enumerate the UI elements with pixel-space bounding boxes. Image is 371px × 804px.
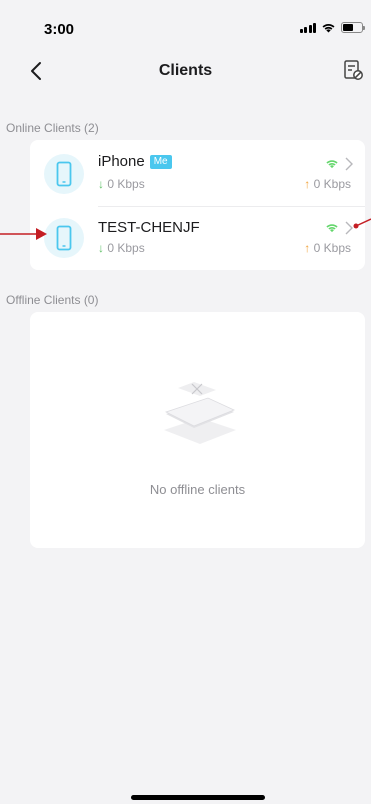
download-speed: ↓ 0 Kbps bbox=[98, 241, 145, 255]
offline-section-label: Offline Clients (0) bbox=[6, 293, 99, 307]
download-speed: ↓ 0 Kbps bbox=[98, 177, 145, 191]
empty-state-text: No offline clients bbox=[149, 482, 246, 497]
online-section-label: Online Clients (2) bbox=[6, 121, 99, 135]
chevron-right-icon bbox=[345, 157, 353, 171]
offline-clients-card: No offline clients bbox=[30, 312, 365, 548]
arrow-down-icon: ↓ bbox=[98, 241, 104, 255]
block-list-button[interactable] bbox=[341, 58, 365, 82]
status-time: 3:00 bbox=[44, 21, 75, 38]
empty-device-illustration bbox=[164, 382, 236, 444]
nav-bar: Clients bbox=[0, 52, 371, 92]
page-title: Clients bbox=[158, 62, 213, 79]
arrow-up-icon: ↑ bbox=[304, 177, 311, 191]
online-clients-card: iPhone Me ↓ 0 Kbps ↑ 0 Kbps TEST-CHENJF … bbox=[30, 140, 365, 270]
client-row-test-chenjf[interactable]: TEST-CHENJF ↓ 0 Kbps ↑ 0 Kbps bbox=[30, 206, 365, 270]
client-name: iPhone Me bbox=[98, 153, 172, 170]
status-icons bbox=[299, 22, 365, 33]
arrow-down-icon: ↓ bbox=[98, 177, 104, 191]
wifi-signal-icon bbox=[326, 224, 338, 233]
status-bar: 3:00 bbox=[0, 0, 371, 44]
cellular-signal-icon bbox=[299, 22, 316, 33]
wifi-signal-icon bbox=[326, 160, 338, 169]
phone-icon bbox=[44, 154, 84, 194]
arrow-up-icon: ↑ bbox=[304, 241, 311, 255]
annotation-arrow-left bbox=[0, 228, 47, 240]
client-name: TEST-CHENJF bbox=[98, 219, 200, 236]
upload-speed: ↑ 0 Kbps bbox=[304, 177, 351, 191]
annotation-pointer-right bbox=[353, 218, 371, 229]
me-badge: Me bbox=[149, 155, 172, 169]
phone-icon bbox=[44, 218, 84, 258]
client-row-iphone[interactable]: iPhone Me ↓ 0 Kbps ↑ 0 Kbps bbox=[30, 142, 365, 206]
home-indicator bbox=[131, 795, 265, 800]
battery-icon bbox=[341, 22, 365, 33]
wifi-status-icon bbox=[322, 23, 335, 33]
upload-speed: ↑ 0 Kbps bbox=[304, 241, 351, 255]
